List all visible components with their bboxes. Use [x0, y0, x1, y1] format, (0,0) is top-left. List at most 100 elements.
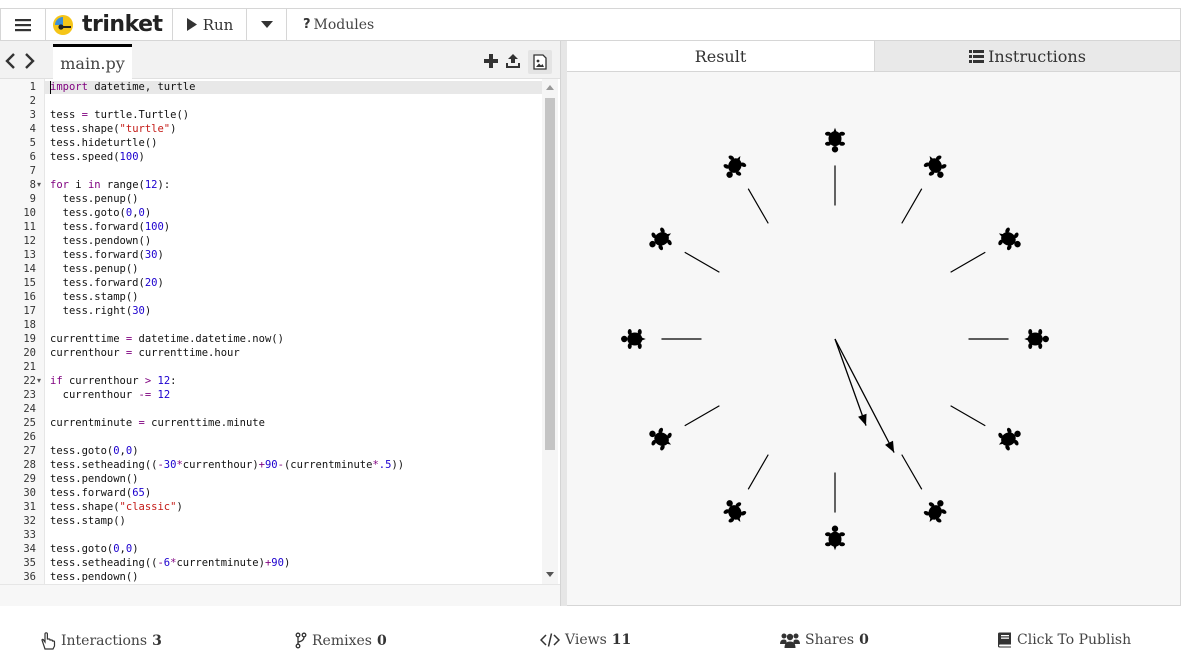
turtle-stamp: [825, 525, 845, 551]
code-line[interactable]: currenttime = datetime.datetime.now(): [50, 332, 284, 346]
file-tab-main[interactable]: main.py: [53, 44, 132, 79]
file-navigation[interactable]: [4, 51, 40, 71]
interactions-label: Interactions: [61, 633, 148, 649]
code-line[interactable]: tess.forward(20): [50, 276, 164, 290]
interactions-count: 3: [152, 633, 162, 649]
line-number: 1: [29, 81, 36, 93]
line-number: 25: [23, 417, 36, 429]
menu-button[interactable]: [1, 9, 46, 40]
turtle-stamp: [723, 500, 747, 523]
line-number: 26: [23, 431, 36, 443]
tab-result[interactable]: Result: [567, 41, 874, 72]
tab-instructions[interactable]: Instructions: [874, 41, 1180, 72]
interactions-stat[interactable]: Interactions 3: [40, 632, 162, 650]
scrollbar-thumb[interactable]: [545, 98, 555, 450]
line-number: 27: [23, 445, 36, 457]
modules-button[interactable]: ? Modules: [287, 9, 387, 40]
line-number: 3: [29, 109, 36, 121]
editor-horizontal-scroll[interactable]: [0, 584, 560, 606]
code-line[interactable]: tess.pendown(): [50, 234, 152, 248]
code-line[interactable]: import datetime, turtle: [50, 80, 195, 94]
publish-button[interactable]: Click To Publish: [996, 632, 1131, 648]
code-line[interactable]: tess.shape("turtle"): [50, 122, 176, 136]
upload-icon[interactable]: [505, 53, 521, 69]
scroll-down-icon[interactable]: [546, 572, 554, 577]
line-number: 12: [23, 235, 36, 247]
shares-label: Shares: [805, 632, 855, 648]
line-number: 30: [23, 487, 36, 499]
line-number: 36: [23, 571, 36, 583]
play-icon: [186, 18, 197, 31]
code-line[interactable]: tess.right(30): [50, 304, 152, 318]
hour-tick: [901, 454, 923, 490]
image-button[interactable]: [528, 50, 552, 74]
line-number: 8: [29, 179, 36, 191]
code-line[interactable]: currenthour = currenttime.hour: [50, 346, 240, 360]
line-number: 28: [23, 459, 36, 471]
question-icon: ?: [303, 17, 311, 32]
code-line[interactable]: tess.penup(): [50, 262, 139, 276]
line-number: 29: [23, 473, 36, 485]
code-line[interactable]: tess.forward(65): [50, 486, 151, 500]
views-stat[interactable]: Views 11: [540, 632, 631, 648]
line-number: 17: [23, 305, 36, 317]
shares-stat[interactable]: Shares 0: [780, 632, 869, 648]
hour-tick: [747, 454, 769, 490]
hour-tick: [684, 251, 720, 273]
hour-tick: [747, 188, 769, 224]
text-cursor: [50, 81, 51, 94]
plus-icon[interactable]: [483, 53, 499, 69]
fold-toggle-icon[interactable]: ▾: [37, 178, 41, 192]
code-text-area[interactable]: import datetime, turtle tess = turtle.Tur…: [45, 79, 542, 584]
code-line[interactable]: for i in range(12):: [50, 178, 170, 192]
scroll-up-icon[interactable]: [546, 85, 554, 90]
line-number: 18: [23, 319, 36, 331]
line-number: 9: [29, 193, 36, 205]
turtle-stamp: [825, 127, 845, 153]
code-line[interactable]: tess.stamp(): [50, 290, 139, 304]
code-line[interactable]: tess.goto(0,0): [50, 206, 152, 220]
code-line[interactable]: tess.pendown(): [50, 472, 139, 486]
code-line[interactable]: tess.stamp(): [50, 514, 126, 528]
run-options-dropdown[interactable]: [247, 9, 287, 40]
turtle-stamp: [649, 227, 672, 251]
code-line[interactable]: tess.penup(): [50, 192, 139, 206]
fold-toggle-icon[interactable]: ▾: [37, 374, 41, 388]
line-number: 31: [23, 501, 36, 513]
code-line[interactable]: tess.forward(100): [50, 220, 170, 234]
run-button[interactable]: Run: [173, 9, 247, 40]
brand-logo[interactable]: trinket: [46, 9, 173, 40]
turtle-stamp: [649, 427, 672, 451]
line-number: 13: [23, 249, 36, 261]
remixes-stat[interactable]: Remixes 0: [295, 632, 387, 649]
code-line[interactable]: tess.hideturtle(): [50, 136, 157, 150]
code-line[interactable]: tess.shape("classic"): [50, 500, 183, 514]
code-line[interactable]: tess.goto(0,0): [50, 542, 139, 556]
line-number: 15: [23, 277, 36, 289]
remixes-count: 0: [376, 632, 387, 649]
line-number: 20: [23, 347, 36, 359]
publish-label: Click To Publish: [1017, 632, 1132, 648]
remixes-label: Remixes: [312, 632, 372, 649]
panel-splitter[interactable]: [560, 41, 567, 606]
code-line[interactable]: if currenthour > 12:: [50, 374, 176, 388]
code-line[interactable]: tess.speed(100): [50, 150, 145, 164]
code-line[interactable]: tess.goto(0,0): [50, 444, 139, 458]
fork-icon: [295, 632, 307, 649]
code-line[interactable]: tess.pendown(): [50, 570, 139, 584]
chevron-left-icon[interactable]: [5, 53, 15, 69]
shares-count: 0: [859, 632, 869, 648]
code-line[interactable]: currenthour -= 12: [50, 388, 171, 402]
hour-tick: [684, 405, 720, 427]
code-line[interactable]: tess.setheading((-6*currentminute)+90): [50, 556, 290, 570]
hour-tick: [950, 405, 986, 427]
chevron-right-icon[interactable]: [25, 53, 35, 69]
code-line[interactable]: currentminute = currenttime.minute: [50, 416, 265, 430]
line-number: 35: [23, 557, 36, 569]
code-line[interactable]: tess.forward(30): [50, 248, 164, 262]
editor-scrollbar[interactable]: [542, 79, 558, 584]
turtle-canvas: [567, 72, 1180, 605]
code-line[interactable]: tess.setheading((-30*currenthour)+90-(cu…: [50, 458, 404, 472]
code-line[interactable]: tess = turtle.Turtle(): [50, 108, 189, 122]
users-icon: [780, 633, 800, 648]
